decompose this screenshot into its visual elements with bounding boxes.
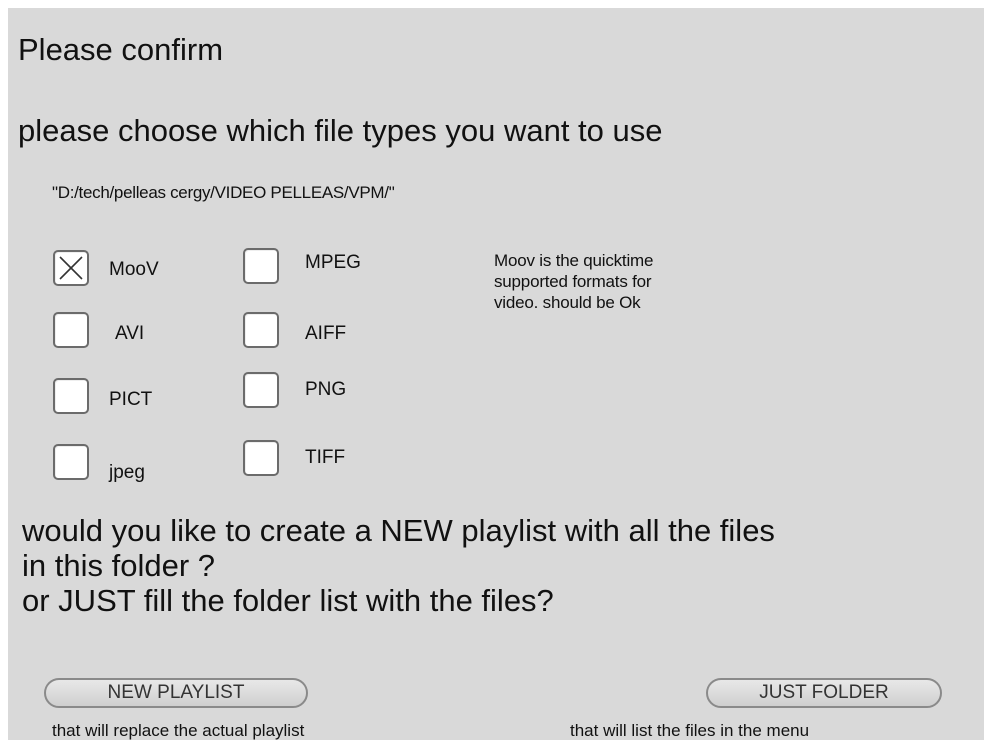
- checkbox-label-moov: MooV: [109, 259, 159, 280]
- checkbox-label-aiff: AIFF: [305, 323, 347, 344]
- checkbox-label-png: PNG: [305, 379, 347, 400]
- checkbox-label-avi: AVI: [115, 323, 145, 344]
- checkbox-tiff[interactable]: [243, 440, 279, 476]
- question-line: in this folder ?: [22, 548, 215, 583]
- checkbox-aiff[interactable]: [243, 312, 279, 348]
- note-line: Moov is the quicktime: [494, 251, 654, 270]
- checkbox-avi[interactable]: [53, 312, 89, 348]
- question-line: would you like to create a NEW playlist …: [22, 513, 775, 548]
- checkbox-label-mpeg: MPEG: [305, 252, 361, 273]
- checkbox-label-pict: PICT: [109, 389, 153, 410]
- new-playlist-button[interactable]: NEW PLAYLIST: [44, 678, 308, 708]
- checkbox-moov[interactable]: [53, 250, 89, 286]
- new-playlist-note: that will replace the actual playlist: [52, 721, 305, 740]
- moov-format-note: Moov is the quicktime supported formats …: [494, 250, 794, 313]
- playlist-question: would you like to create a NEW playlist …: [22, 513, 775, 618]
- checkbox-png[interactable]: [243, 372, 279, 408]
- note-line: supported formats for: [494, 272, 652, 291]
- checkbox-label-tiff: TIFF: [305, 447, 346, 468]
- checkbox-label-jpeg: jpeg: [109, 462, 145, 483]
- just-folder-note: that will list the files in the menu: [570, 721, 810, 740]
- confirm-dialog: Please confirm please choose which file …: [8, 8, 984, 740]
- check-x-icon: [59, 256, 83, 280]
- question-line: or JUST fill the folder list with the fi…: [22, 583, 554, 618]
- checkbox-pict[interactable]: [53, 378, 89, 414]
- note-line: video. should be Ok: [494, 293, 641, 312]
- folder-path: "D:/tech/pelleas cergy/VIDEO PELLEAS/VPM…: [52, 183, 395, 202]
- just-folder-button[interactable]: JUST FOLDER: [706, 678, 942, 708]
- dialog-title: Please confirm: [18, 32, 224, 67]
- checkbox-mpeg[interactable]: [243, 248, 279, 284]
- dialog-subtitle: please choose which file types you want …: [18, 113, 663, 148]
- checkbox-jpeg[interactable]: [53, 444, 89, 480]
